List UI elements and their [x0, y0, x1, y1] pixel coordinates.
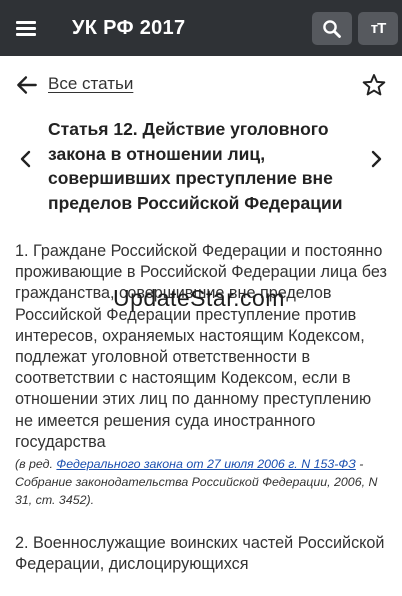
search-button[interactable] [312, 12, 352, 45]
text-size-button[interactable]: тТ [358, 12, 398, 45]
chevron-left-icon[interactable] [16, 148, 36, 170]
hamburger-menu-icon[interactable] [12, 14, 40, 42]
search-icon [323, 19, 341, 38]
article-title: Статья 12. Действие уголовного закона в … [48, 119, 343, 213]
all-articles-link[interactable]: Все статьи [48, 74, 133, 94]
law-reference-link[interactable]: Федерального закона от 27 июля 2006 г. N… [56, 457, 355, 471]
chevron-right-icon[interactable] [366, 148, 386, 170]
arrow-left-icon[interactable] [14, 72, 40, 98]
note-prefix: (в ред. [15, 457, 57, 472]
text-size-icon: тТ [370, 20, 386, 37]
article-paragraph-2: 2. Военнослужащие воинских частей Россий… [15, 534, 385, 574]
star-outline-icon[interactable] [361, 72, 387, 98]
amendment-note: (в ред. Федерального закона от 27 июля 2… [15, 455, 390, 509]
app-bar: УК РФ 2017 тТ [0, 0, 402, 56]
watermark-text: UpdateStar.com [113, 285, 285, 311]
app-title: УК РФ 2017 [72, 17, 186, 39]
article-paragraph-1: 1. Граждане Российской Федерации и посто… [15, 242, 387, 451]
